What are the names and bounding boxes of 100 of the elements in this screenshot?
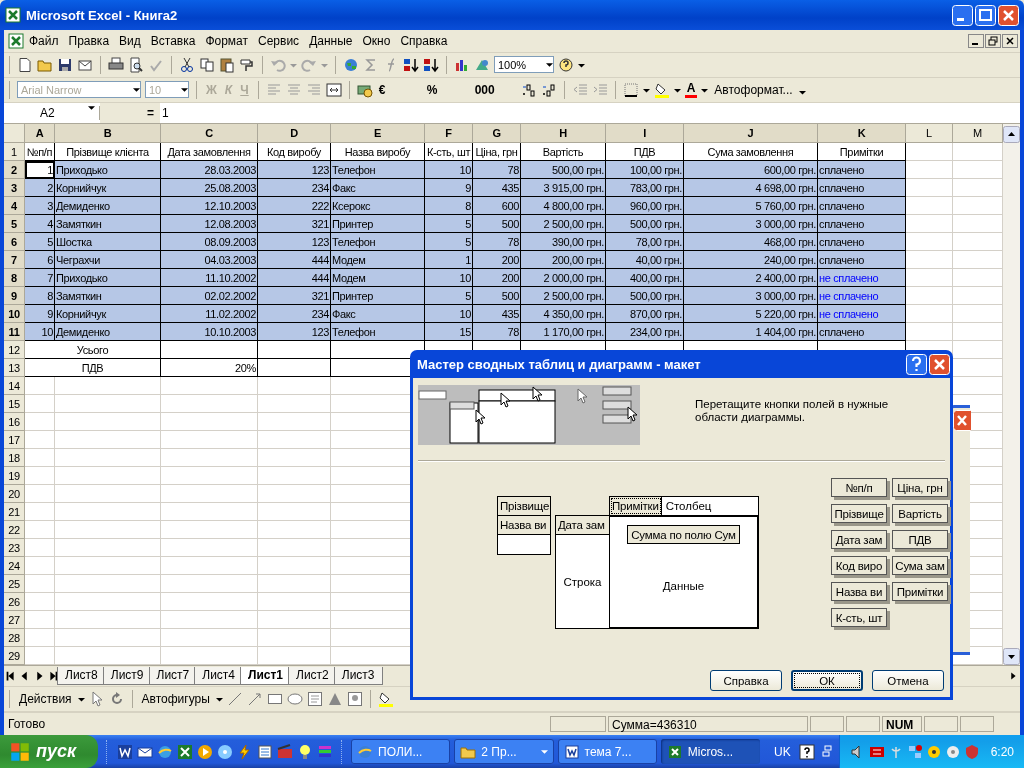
row-header[interactable]: 18	[4, 449, 25, 468]
notepad-icon[interactable]	[256, 743, 273, 760]
merge-cells-icon[interactable]	[325, 81, 342, 98]
row-header[interactable]: 23	[4, 539, 25, 558]
vertical-scrollbar[interactable]	[1003, 124, 1020, 666]
stack-icon[interactable]	[316, 743, 333, 760]
help-icon[interactable]	[558, 56, 574, 73]
page-drop-area[interactable]	[497, 534, 551, 555]
borders-icon[interactable]	[622, 81, 639, 98]
dialog-button[interactable]: Отмена	[872, 670, 944, 691]
increase-decimal-icon[interactable]	[520, 81, 537, 98]
menu-item[interactable]: Вид	[114, 33, 146, 48]
row-header[interactable]: 1	[4, 143, 25, 162]
column-header[interactable]: B	[55, 124, 161, 144]
restore-button[interactable]	[985, 33, 1001, 48]
fill-color-icon[interactable]	[377, 691, 394, 708]
taskbar-button[interactable]: ПОЛИ...	[351, 739, 451, 764]
column-field-button[interactable]: Примітки	[610, 497, 662, 515]
spreadsheet-icon[interactable]	[8, 32, 24, 49]
sort-descending-icon[interactable]	[423, 56, 439, 73]
data-field-button[interactable]: Сумма по полю Сум	[627, 525, 740, 544]
menu-item[interactable]: Правка	[63, 33, 115, 48]
row-field-button[interactable]: Дата зам	[556, 516, 609, 535]
data-drop-area[interactable]: Сумма по полю Сум Данные	[609, 515, 759, 629]
row-header[interactable]: 17	[4, 431, 25, 450]
field-button[interactable]: Ціна, грн	[892, 478, 948, 497]
spreadsheet-icon[interactable]	[176, 743, 193, 760]
minimize-button[interactable]	[968, 33, 984, 48]
column-header[interactable]: D	[258, 124, 331, 144]
document-icon[interactable]	[116, 743, 133, 760]
row-header[interactable]: 13	[4, 359, 25, 378]
field-button[interactable]: К-сть, шт	[831, 608, 887, 627]
row-header[interactable]: 12	[4, 341, 25, 360]
text-box-icon[interactable]	[306, 691, 323, 708]
print-preview-icon[interactable]	[128, 56, 144, 73]
row-header[interactable]: 7	[4, 251, 25, 270]
line-icon[interactable]	[226, 691, 243, 708]
column-header[interactable]: G	[473, 124, 521, 144]
cut-icon[interactable]	[179, 56, 195, 73]
start-button[interactable]: пуск	[0, 735, 99, 768]
field-button[interactable]: ПДВ	[892, 530, 948, 549]
field-button[interactable]: Вартість	[892, 504, 948, 523]
scroll-up-icon[interactable]	[1003, 126, 1020, 144]
close-icon[interactable]	[953, 410, 971, 431]
column-header[interactable]: H	[521, 124, 606, 144]
save-icon[interactable]	[57, 56, 73, 73]
menu-item[interactable]: Данные	[304, 33, 358, 48]
field-button[interactable]: Сума зам	[892, 556, 948, 575]
dialog-button[interactable]: Справка	[710, 670, 782, 691]
disc-icon[interactable]	[216, 743, 233, 760]
row-header[interactable]: 6	[4, 233, 25, 252]
column-header[interactable]: M	[953, 124, 1003, 144]
help-icon[interactable]	[798, 743, 815, 760]
row-header[interactable]: 20	[4, 485, 25, 504]
row-header[interactable]: 24	[4, 557, 25, 576]
column-header[interactable]: E	[331, 124, 425, 144]
row-header[interactable]: 28	[4, 629, 25, 648]
field-button[interactable]: Примітки	[892, 582, 948, 601]
wordart-icon[interactable]	[326, 691, 343, 708]
autoshapes-menu-button[interactable]: Автофигуры	[139, 692, 212, 707]
row-header[interactable]: 15	[4, 395, 25, 414]
row-header[interactable]: 2	[4, 161, 25, 180]
clip-art-icon[interactable]	[346, 691, 363, 708]
field-button[interactable]: Назва ви	[831, 582, 887, 601]
row-header[interactable]: 27	[4, 611, 25, 630]
taskbar-button[interactable]: тема 7...	[557, 739, 657, 764]
column-header[interactable]: I	[606, 124, 684, 144]
menu-item[interactable]: Файл	[24, 33, 64, 48]
menu-item[interactable]: Справка	[395, 33, 453, 48]
column-header[interactable]: F	[425, 124, 473, 144]
row-header[interactable]: 11	[4, 323, 25, 342]
row-header[interactable]: 19	[4, 467, 25, 486]
column-header[interactable]: J	[684, 124, 818, 144]
network-icon[interactable]	[906, 743, 923, 760]
wireless-icon[interactable]	[925, 743, 942, 760]
copy-icon[interactable]	[199, 56, 215, 73]
taskbar-button[interactable]: 2 Пр...	[454, 739, 554, 764]
row-header[interactable]: 9	[4, 287, 25, 306]
row-header[interactable]: 14	[4, 377, 25, 396]
maximize-button[interactable]	[975, 4, 996, 26]
sheet-tab[interactable]: Лист3	[333, 667, 383, 686]
help-button[interactable]	[906, 353, 927, 375]
field-button[interactable]: Дата зам	[831, 530, 887, 549]
globe-icon[interactable]	[156, 743, 173, 760]
row-header[interactable]: 8	[4, 269, 25, 288]
fill-color-icon[interactable]	[653, 81, 670, 98]
row-header[interactable]: 26	[4, 593, 25, 612]
language-indicator[interactable]: UK	[770, 744, 795, 759]
sheet-tab[interactable]: Лист2	[288, 667, 337, 686]
row-header[interactable]: 4	[4, 197, 25, 216]
menu-item[interactable]: Окно	[357, 33, 396, 48]
taskbar-button[interactable]: Micros...	[660, 739, 760, 764]
globe-icon[interactable]	[343, 56, 359, 73]
zoom-dropdown[interactable]: 100%	[494, 56, 554, 74]
sheet-tab[interactable]: Лист4	[194, 667, 243, 686]
row-header[interactable]: 29	[4, 647, 25, 666]
column-header[interactable]: A	[25, 124, 55, 144]
print-icon[interactable]	[108, 56, 124, 73]
brush-icon[interactable]	[239, 56, 255, 73]
page-field-button[interactable]: Назва ви	[497, 515, 551, 534]
